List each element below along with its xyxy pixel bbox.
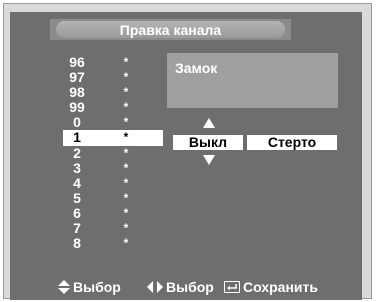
lock-panel: Замок xyxy=(167,53,338,108)
menu-title-bar: Правка канала xyxy=(50,19,291,40)
channel-mark: * xyxy=(123,55,129,69)
channel-mark: * xyxy=(123,85,129,100)
channel-number: 2 xyxy=(73,144,81,161)
channel-number: 4 xyxy=(73,174,81,191)
channel-mark: * xyxy=(123,221,129,236)
lock-label: Замок xyxy=(175,60,218,76)
channel-row[interactable]: 96 * xyxy=(63,55,163,70)
channel-number: 1 xyxy=(73,129,81,146)
channel-row[interactable]: 6 * xyxy=(63,204,163,221)
channel-row[interactable]: 8 * xyxy=(63,236,163,251)
channel-number: 98 xyxy=(69,84,85,101)
channel-number: 3 xyxy=(73,159,81,176)
channel-mark: * xyxy=(123,100,129,115)
channel-row[interactable]: 0 * xyxy=(63,115,163,130)
channel-number: 0 xyxy=(73,114,81,131)
channel-number: 7 xyxy=(73,220,81,237)
channel-number: 99 xyxy=(69,99,85,116)
channel-mark: * xyxy=(123,160,129,175)
channel-row[interactable]: 3 * xyxy=(63,159,163,176)
hint-leftright-label: Выбор xyxy=(166,279,214,295)
lock-toggle-button[interactable]: Выкл xyxy=(173,135,243,150)
channel-row-selected[interactable]: 1 * xyxy=(63,129,163,146)
left-right-arrow-icon xyxy=(147,280,163,296)
channel-row[interactable]: 98 * xyxy=(63,85,163,100)
channel-list[interactable]: 96 * 97 * 98 * 99 * 0 * 1 * 2 * 3 * 4 * … xyxy=(63,55,163,251)
channel-mark: * xyxy=(123,205,129,220)
menu-title: Правка канала xyxy=(119,22,222,38)
down-arrow-icon[interactable] xyxy=(203,155,215,165)
channel-row[interactable]: 2 * xyxy=(63,144,163,161)
channel-mark: * xyxy=(123,175,129,190)
hint-updown-label: Выбор xyxy=(73,279,121,295)
channel-row[interactable]: 5 * xyxy=(63,189,163,206)
channel-mark: * xyxy=(123,130,129,145)
hint-enter: Сохранить xyxy=(224,279,318,296)
channel-mark: * xyxy=(123,70,129,85)
enter-icon xyxy=(224,280,240,296)
up-down-arrow-icon xyxy=(58,279,70,297)
channel-mark: * xyxy=(123,236,129,251)
channel-row[interactable]: 99 * xyxy=(63,100,163,115)
channel-row[interactable]: 97 * xyxy=(63,70,163,85)
hint-bar: Выбор Выбор Сохранить xyxy=(50,275,360,297)
channel-number: 8 xyxy=(73,235,81,252)
hint-leftright: Выбор xyxy=(147,279,214,296)
channel-mark: * xyxy=(123,190,129,205)
channel-number: 96 xyxy=(69,54,85,70)
hint-updown: Выбор xyxy=(58,279,121,297)
hint-enter-label: Сохранить xyxy=(243,279,318,295)
erase-button[interactable]: Стерто xyxy=(247,135,337,150)
up-arrow-icon[interactable] xyxy=(203,118,215,128)
channel-number: 6 xyxy=(73,204,81,221)
channel-row[interactable]: 7 * xyxy=(63,221,163,236)
channel-row[interactable]: 4 * xyxy=(63,174,163,191)
channel-mark: * xyxy=(123,115,129,130)
channel-number: 97 xyxy=(69,69,85,86)
channel-mark: * xyxy=(123,145,129,160)
channel-number: 5 xyxy=(73,189,81,206)
